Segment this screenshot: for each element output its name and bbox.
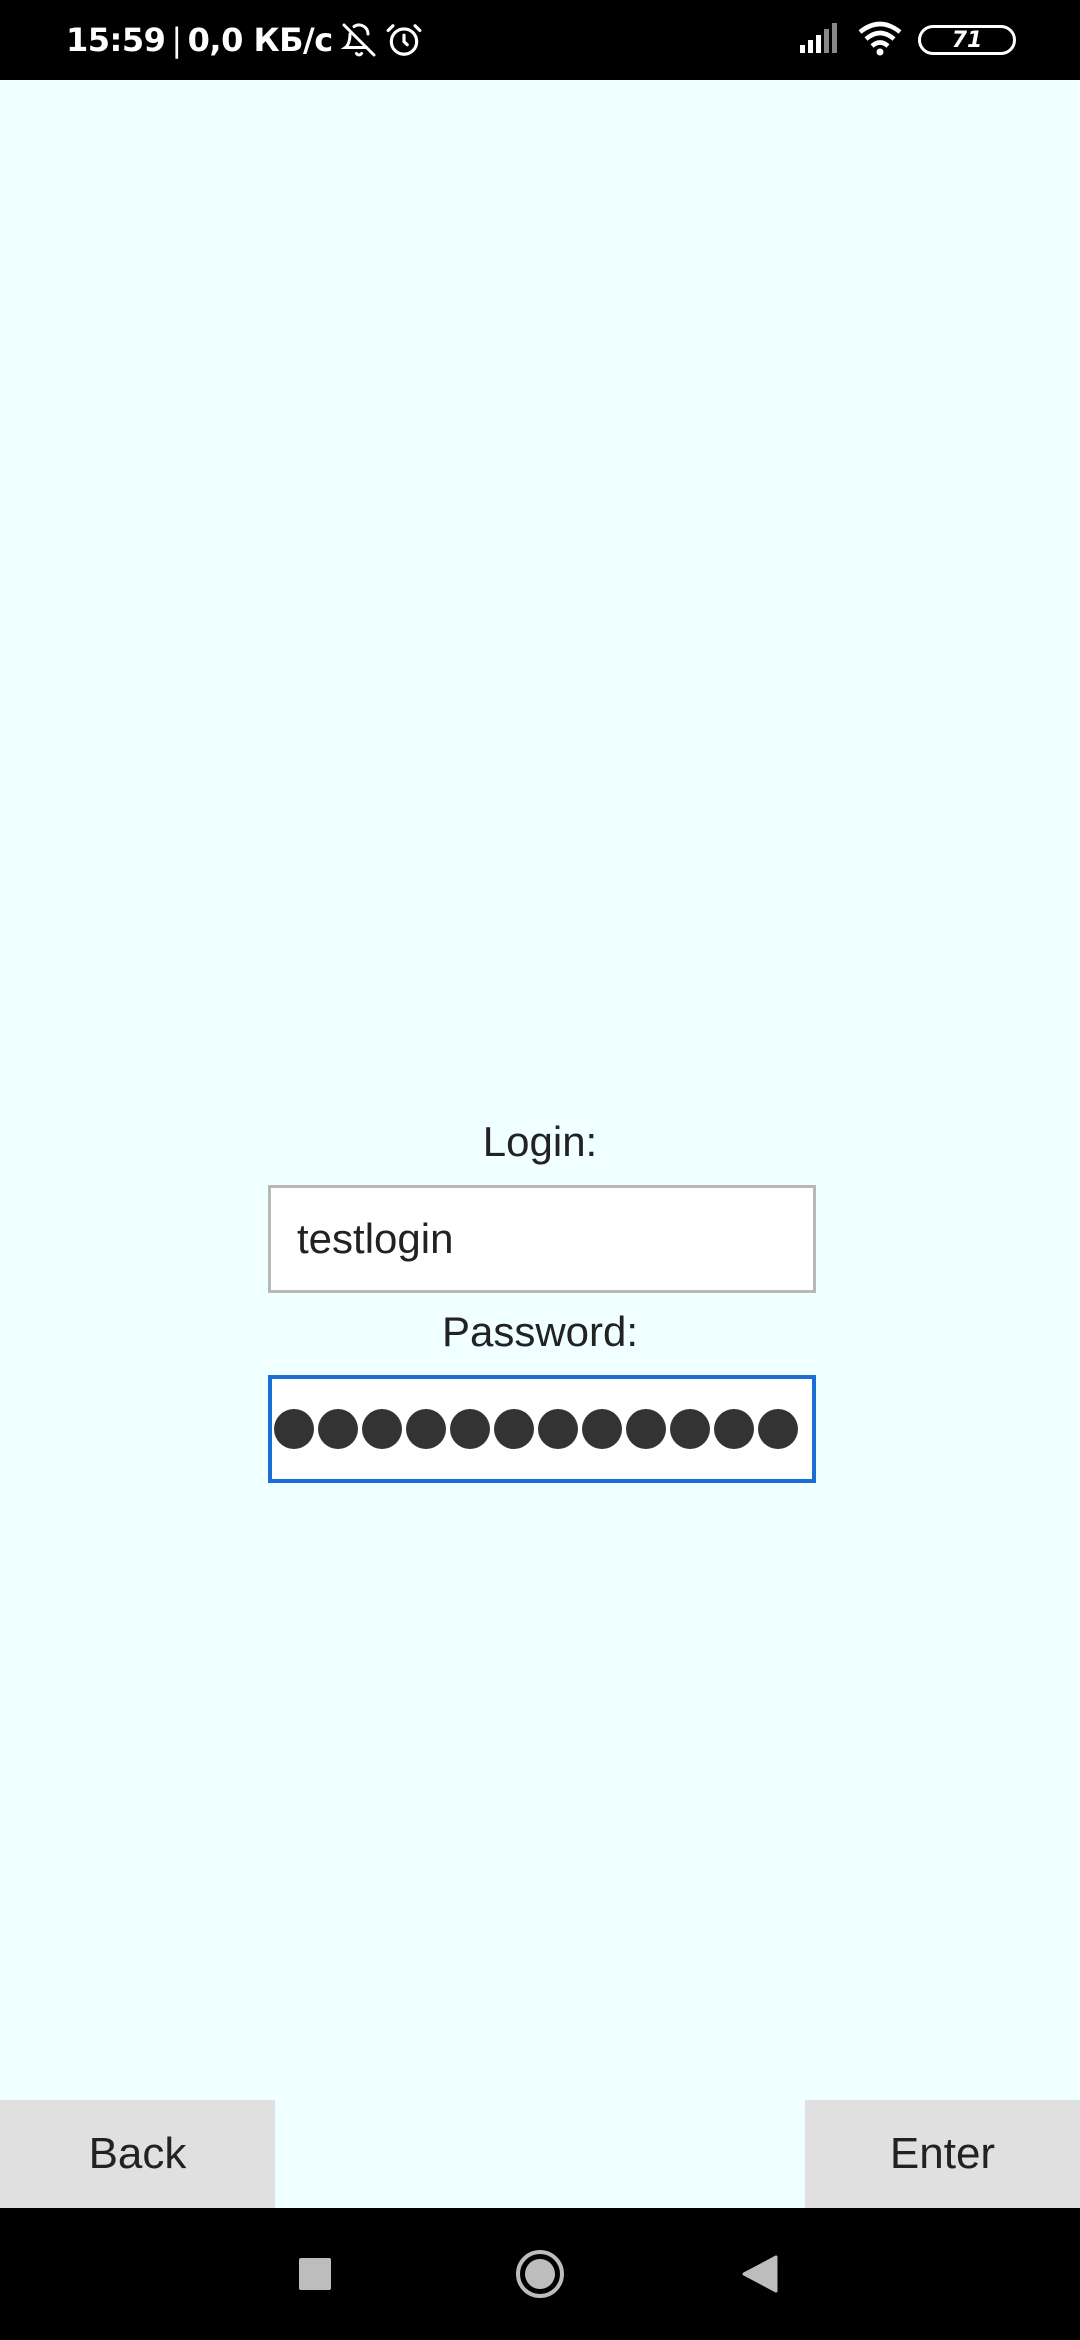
navigation-bar [0,2208,1080,2340]
bell-off-icon [340,22,377,58]
status-separator: | [171,21,182,59]
recents-square-icon[interactable] [280,2208,350,2340]
status-right: 71 [800,0,1016,80]
login-input[interactable]: testlogin [268,1185,816,1293]
back-triangle-icon[interactable] [725,2208,795,2340]
alarm-icon [385,21,423,59]
password-mask-dot [714,1409,754,1449]
password-label: Password: [441,1308,639,1355]
status-left: 15:59 | 0,0 КБ/с [66,0,423,80]
password-mask-dot [274,1409,314,1449]
password-mask-dot [538,1409,578,1449]
password-input[interactable] [268,1375,816,1483]
login-input-value: testlogin [297,1215,454,1262]
back-button[interactable]: Back [0,2100,275,2208]
password-mask-dot [494,1409,534,1449]
password-mask-dot [758,1409,798,1449]
status-bar: 15:59 | 0,0 КБ/с 71 [0,0,1080,80]
password-mask-dot [626,1409,666,1449]
login-screen: 15:59 | 0,0 КБ/с 71 Login: testlogin Pas… [0,0,1080,2340]
password-mask-dot [318,1409,358,1449]
password-mask-dot [582,1409,622,1449]
enter-button[interactable]: Enter [805,2100,1080,2208]
wifi-icon [856,20,904,61]
login-label: Login: [482,1118,598,1165]
home-circle-icon[interactable] [505,2208,575,2340]
password-mask-dot [450,1409,490,1449]
battery-level: 71 [951,27,983,53]
network-speed: 0,0 КБ/с [187,21,334,59]
password-mask [274,1409,798,1449]
battery-icon: 71 [918,25,1016,55]
signal-icon [800,22,842,58]
password-mask-dot [406,1409,446,1449]
password-mask-dot [670,1409,710,1449]
password-mask-dot [362,1409,402,1449]
status-time: 15:59 [66,21,166,59]
